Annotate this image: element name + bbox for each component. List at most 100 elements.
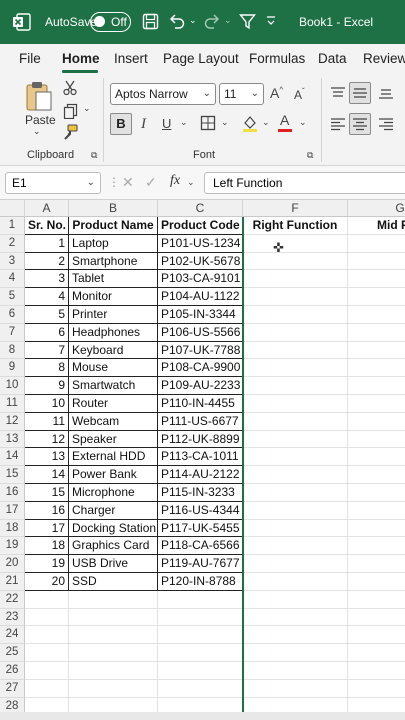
cell-empty[interactable] [243,644,348,662]
cell-sr-no[interactable]: 4 [25,288,69,306]
cell-product-code[interactable]: P114-AU-2122 [158,466,243,484]
cell-empty[interactable] [348,359,405,378]
header-cell-mid-function[interactable]: Mid Fun [348,217,405,235]
cell-empty[interactable] [158,662,243,680]
cell-product-code[interactable]: P110-IN-4455 [158,395,243,413]
header-cell-right-function[interactable]: Right Function [243,217,348,235]
row-header[interactable]: 24 [0,626,25,645]
cell-empty[interactable] [158,626,243,645]
cell-empty[interactable] [243,448,348,467]
name-box[interactable]: E1 ⌄ [5,172,101,194]
cell-empty[interactable] [69,644,158,662]
row-header[interactable]: 3 [0,252,25,271]
cell-empty[interactable] [25,590,69,609]
cell-product-name[interactable]: SSD [69,573,158,591]
cell-product-code[interactable]: P111-US-6677 [158,412,243,431]
cell-sr-no[interactable]: 7 [25,341,69,360]
cell-empty[interactable] [348,537,405,556]
tab-page-layout[interactable]: Page Layout [163,51,239,66]
redo-dropdown-icon[interactable]: ⌄ [224,15,232,26]
cell-product-name[interactable]: Charger [69,501,158,520]
cell-empty[interactable] [348,253,405,271]
cell-sr-no[interactable]: 14 [25,466,69,484]
row-header[interactable]: 10 [0,377,25,395]
row-header[interactable]: 22 [0,590,25,609]
row-header[interactable]: 2 [0,234,25,253]
cell-product-name[interactable]: Mouse [69,359,158,378]
row-header[interactable]: 16 [0,484,25,502]
cell-product-name[interactable]: Graphics Card [69,537,158,556]
row-header[interactable]: 18 [0,519,25,538]
row-header[interactable]: 15 [0,466,25,484]
cell-empty[interactable] [243,430,348,449]
cell-sr-no[interactable]: 8 [25,359,69,378]
cell-product-name[interactable]: Tablet [69,270,158,289]
align-left-icon[interactable] [330,117,346,134]
cell-empty[interactable] [348,324,405,342]
cell-empty[interactable] [348,520,405,538]
column-header-c[interactable]: C [158,200,243,217]
clipboard-launcher-icon[interactable]: ⧉ [91,151,97,160]
row-header[interactable]: 5 [0,288,25,306]
row-header[interactable]: 23 [0,608,25,627]
align-top-icon[interactable] [330,86,346,103]
cell-product-name[interactable]: Monitor [69,288,158,306]
cell-empty[interactable] [243,252,348,271]
cell-empty[interactable] [243,341,348,360]
cell-empty[interactable] [69,679,158,698]
cell-sr-no[interactable]: 15 [25,484,69,502]
cell-empty[interactable] [243,626,348,645]
customize-toolbar-icon[interactable] [266,15,276,27]
cell-empty[interactable] [158,608,243,627]
cell-empty[interactable] [243,555,348,573]
cell-empty[interactable] [348,609,405,627]
row-header[interactable]: 19 [0,537,25,556]
row-header[interactable]: 25 [0,644,25,662]
row-header[interactable]: 6 [0,306,25,324]
align-right-icon[interactable] [378,117,394,134]
cell-empty[interactable] [243,679,348,698]
cell-product-code[interactable]: P102-UK-5678 [158,252,243,271]
cell-product-name[interactable]: Docking Station [69,519,158,538]
borders-dropdown-icon[interactable]: ⌄ [221,118,229,127]
cell-empty[interactable] [243,608,348,627]
formula-input[interactable]: Left Function [204,172,405,194]
column-header-f[interactable]: F [243,200,348,217]
cell-empty[interactable] [25,679,69,698]
cell-empty[interactable] [243,537,348,556]
cell-empty[interactable] [348,573,405,591]
cell-empty[interactable] [243,573,348,591]
cell-sr-no[interactable]: 13 [25,448,69,467]
formula-bar-options-icon[interactable]: ⋮ [108,175,120,189]
cell-sr-no[interactable]: 2 [25,252,69,271]
cell-sr-no[interactable]: 1 [25,234,69,253]
select-all-corner[interactable] [0,200,25,217]
copy-icon[interactable] [63,103,79,122]
header-cell-product-code[interactable]: Product Code [158,217,243,235]
row-header[interactable]: 26 [0,662,25,680]
cell-product-code[interactable]: P104-AU-1122 [158,288,243,306]
increase-font-size-icon[interactable]: A^ [270,86,283,100]
cell-empty[interactable] [158,590,243,609]
cell-product-name[interactable]: Printer [69,306,158,324]
cancel-icon[interactable]: ✕ [122,174,134,191]
cell-product-code[interactable]: P106-US-5566 [158,323,243,342]
cell-empty[interactable] [25,644,69,662]
cell-sr-no[interactable]: 10 [25,395,69,413]
cell-empty[interactable] [348,502,405,520]
cell-sr-no[interactable]: 19 [25,555,69,573]
cell-product-name[interactable]: Speaker [69,430,158,449]
tab-insert[interactable]: Insert [114,51,148,66]
cell-product-code[interactable]: P120-IN-8788 [158,573,243,591]
redo-icon[interactable] [203,12,221,30]
cell-product-name[interactable]: Smartphone [69,252,158,271]
cell-product-code[interactable]: P108-CA-9900 [158,359,243,378]
cell-empty[interactable] [69,590,158,609]
fill-color-dropdown-icon[interactable]: ⌄ [262,118,270,127]
cell-empty[interactable] [25,608,69,627]
undo-icon[interactable] [168,12,186,30]
cell-product-code[interactable]: P116-US-4344 [158,501,243,520]
align-middle-button[interactable] [349,82,371,104]
cell-sr-no[interactable]: 18 [25,537,69,556]
cell-empty[interactable] [348,644,405,662]
